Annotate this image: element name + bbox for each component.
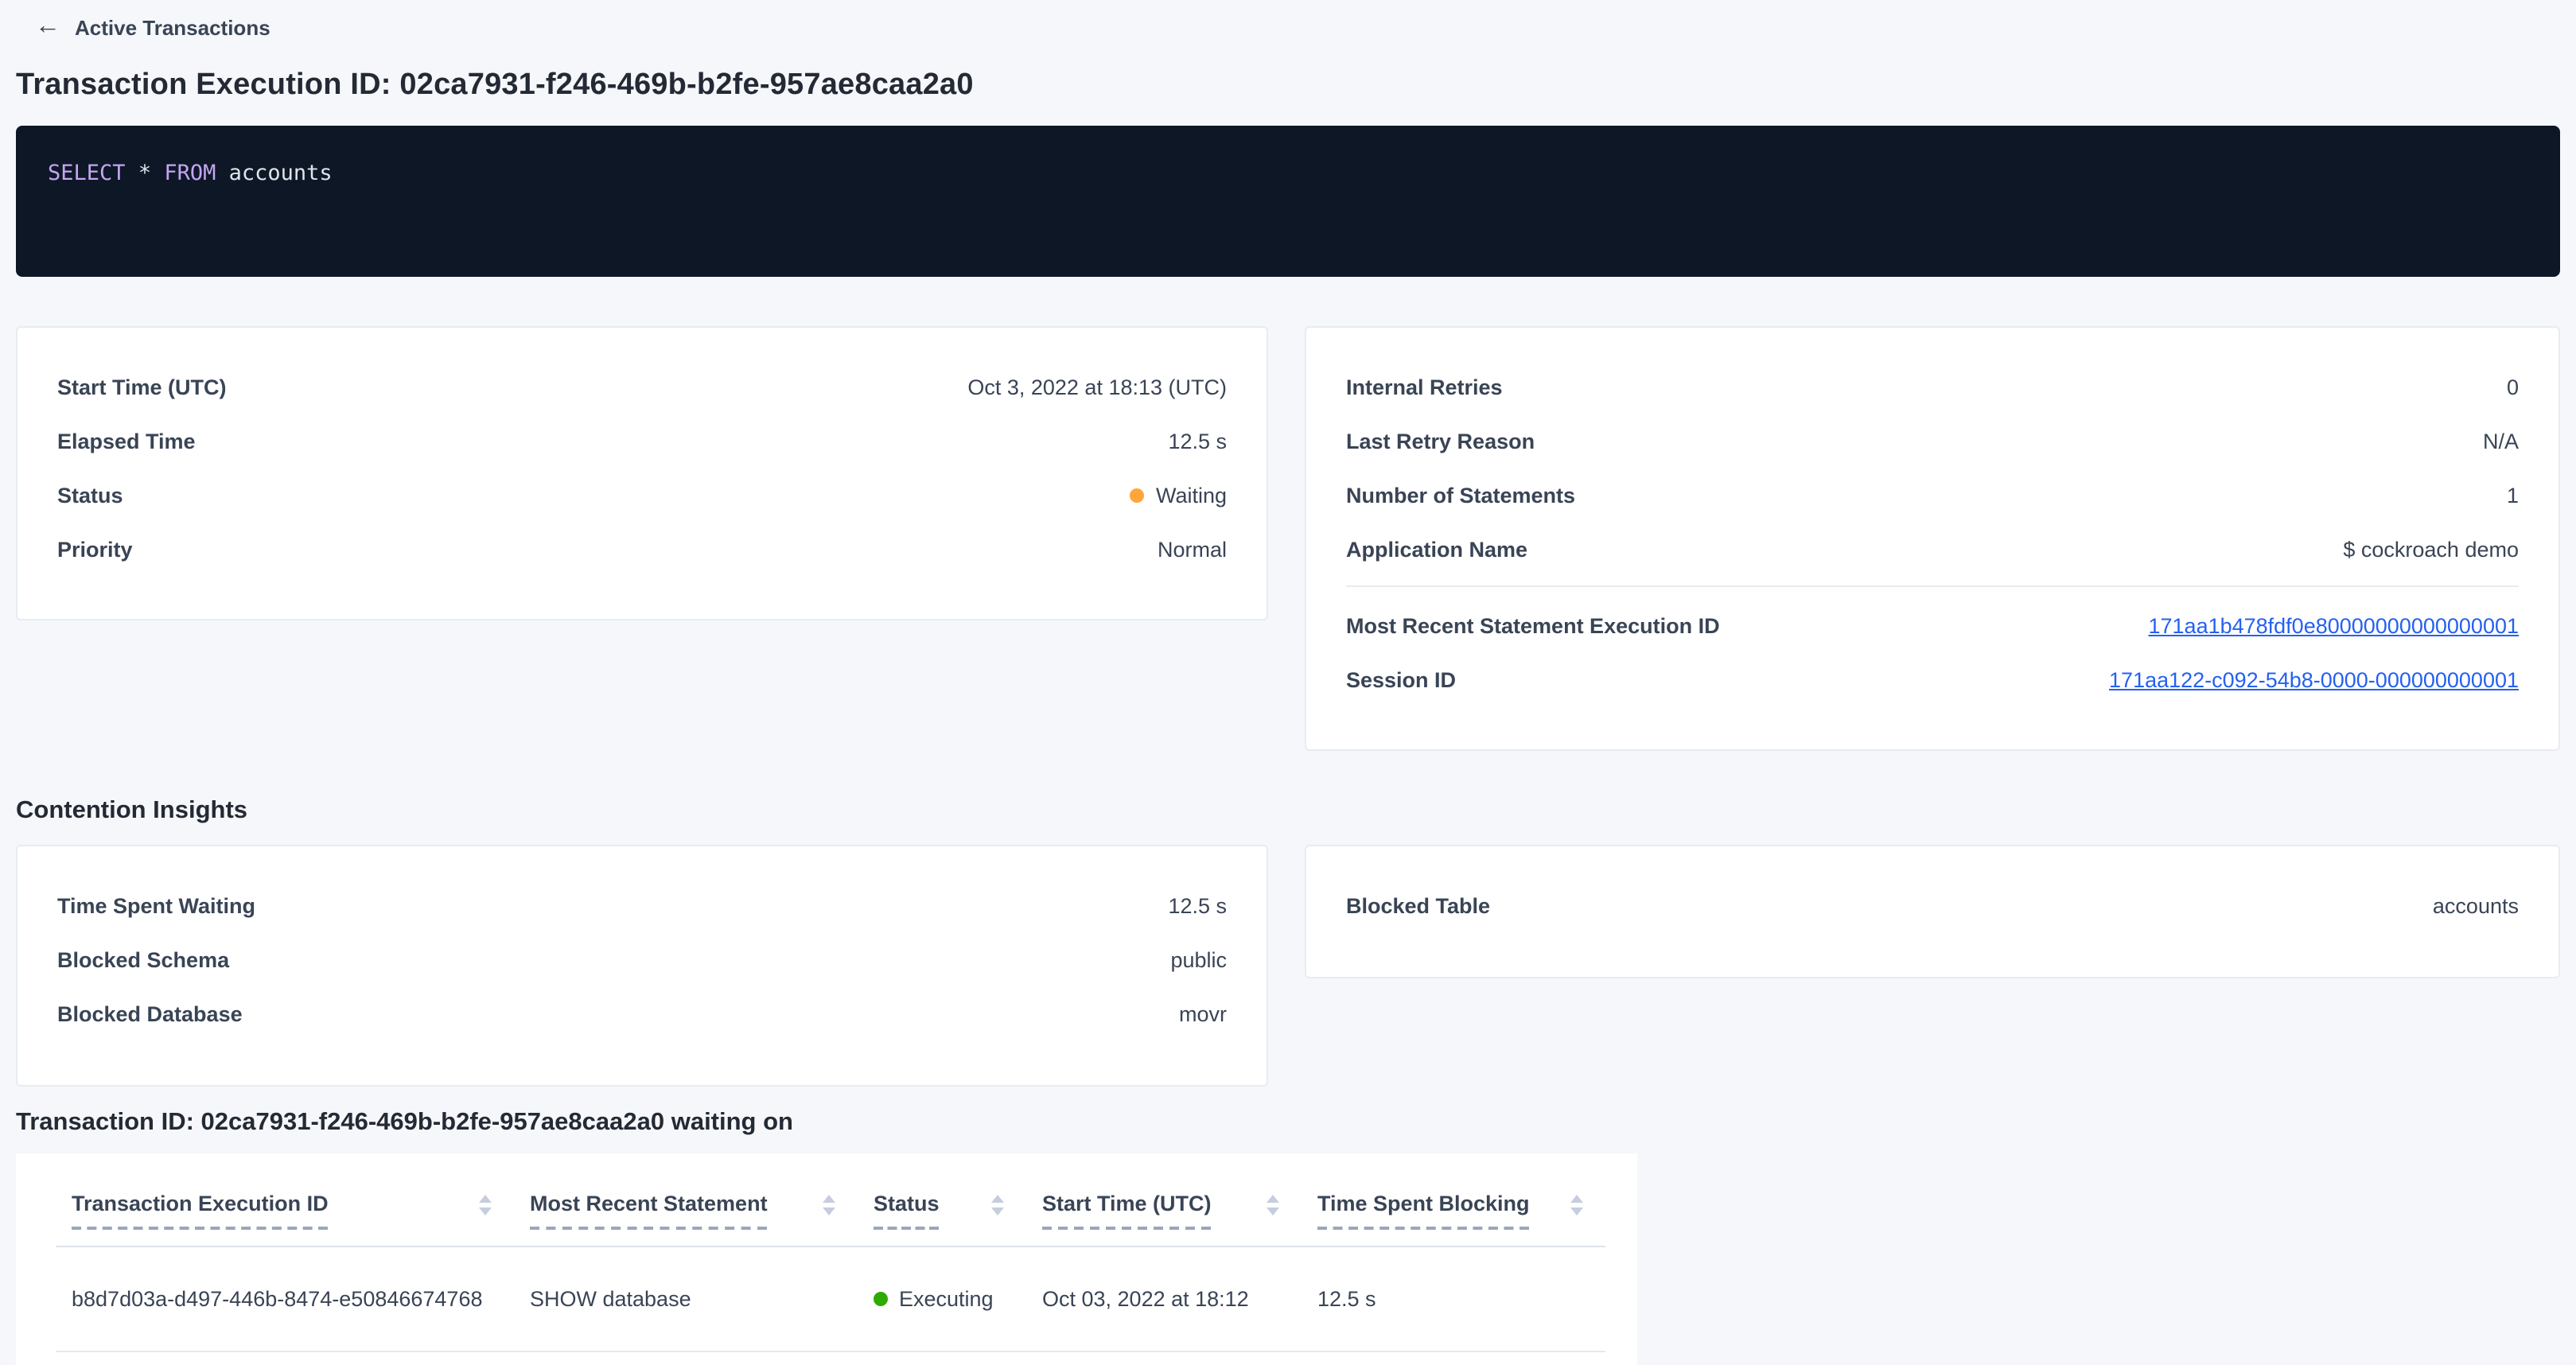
- internal-retries-row: Internal Retries 0: [1346, 360, 2519, 414]
- transaction-details-page: ← Active Transactions Transaction Execut…: [0, 0, 2576, 1365]
- executing-status-dot-icon: [874, 1291, 888, 1305]
- time-spent-waiting-value: 12.5 s: [1168, 893, 1227, 917]
- statement-execution-id-link[interactable]: 171aa1b478fdf0e80000000000000001: [2149, 613, 2520, 637]
- sql-keyword-from: FROM: [164, 161, 216, 186]
- sql-operator: *: [126, 161, 165, 186]
- session-id-row: Session ID 171aa122-c092-54b8-0000-00000…: [1346, 652, 2519, 706]
- priority-value: Normal: [1158, 537, 1227, 561]
- cell-status-text: Executing: [899, 1286, 994, 1310]
- column-label-most-recent-statement[interactable]: Most Recent Statement: [530, 1192, 768, 1230]
- cell-execution-id: b8d7d03a-d497-446b-8474-e50846674768: [56, 1246, 514, 1351]
- column-header-status[interactable]: Status: [858, 1153, 1026, 1246]
- back-link[interactable]: ← Active Transactions: [16, 10, 2560, 45]
- back-arrow-icon: ←: [35, 14, 60, 40]
- cell-time-blocking: 12.5 s: [1302, 1246, 1605, 1351]
- column-label-time-spent-blocking[interactable]: Time Spent Blocking: [1317, 1192, 1530, 1230]
- contention-cards-row: Time Spent Waiting 12.5 s Blocked Schema…: [16, 845, 2560, 1087]
- waiting-on-heading: Transaction ID: 02ca7931-f246-469b-b2fe-…: [16, 1109, 2560, 1138]
- cell-statement: SHOW database: [514, 1246, 858, 1351]
- last-retry-reason-label: Last Retry Reason: [1346, 429, 1535, 453]
- internal-retries-label: Internal Retries: [1346, 375, 1503, 399]
- blocked-table-label: Blocked Table: [1346, 893, 1490, 917]
- statement-execution-id-row: Most Recent Statement Execution ID 171aa…: [1346, 598, 2519, 652]
- elapsed-time-row: Elapsed Time 12.5 s: [57, 414, 1227, 468]
- blocked-schema-row: Blocked Schema public: [57, 932, 1227, 986]
- back-link-label[interactable]: Active Transactions: [75, 15, 270, 39]
- contention-left-card: Time Spent Waiting 12.5 s Blocked Schema…: [16, 845, 1268, 1087]
- application-name-value: $ cockroach demo: [2343, 537, 2519, 561]
- table-header-row: Transaction Execution ID Most Recent Sta…: [56, 1153, 1605, 1246]
- column-header-start-time[interactable]: Start Time (UTC): [1026, 1153, 1302, 1246]
- sort-icon[interactable]: [479, 1196, 492, 1216]
- column-header-transaction-execution-id[interactable]: Transaction Execution ID: [56, 1153, 514, 1246]
- page-title: Transaction Execution ID: 02ca7931-f246-…: [16, 68, 2560, 103]
- column-label-status[interactable]: Status: [874, 1192, 940, 1230]
- txn-summary-right-card: Internal Retries 0 Last Retry Reason N/A…: [1305, 326, 2560, 751]
- start-time-row: Start Time (UTC) Oct 3, 2022 at 18:13 (U…: [57, 360, 1227, 414]
- internal-retries-value: 0: [2507, 375, 2519, 399]
- cell-status: Executing: [858, 1246, 1026, 1351]
- contention-right-card: Blocked Table accounts: [1305, 845, 2560, 978]
- contention-insights-heading: Contention Insights: [16, 797, 2560, 826]
- number-of-statements-value: 1: [2507, 483, 2519, 507]
- status-label: Status: [57, 483, 123, 507]
- summary-cards-row: Start Time (UTC) Oct 3, 2022 at 18:13 (U…: [16, 326, 2560, 751]
- blocked-schema-label: Blocked Schema: [57, 947, 229, 971]
- time-spent-waiting-row: Time Spent Waiting 12.5 s: [57, 878, 1227, 932]
- elapsed-time-label: Elapsed Time: [57, 429, 196, 453]
- blocked-table-row: Blocked Table accounts: [1346, 878, 2519, 932]
- blocked-table-value: accounts: [2433, 893, 2519, 917]
- blocked-database-label: Blocked Database: [57, 1001, 243, 1025]
- start-time-value: Oct 3, 2022 at 18:13 (UTC): [967, 375, 1227, 399]
- sql-keyword-select: SELECT: [48, 161, 126, 186]
- sql-identifier: accounts: [216, 161, 332, 186]
- txn-summary-left-card: Start Time (UTC) Oct 3, 2022 at 18:13 (U…: [16, 326, 1268, 620]
- blocked-schema-value: public: [1170, 947, 1227, 971]
- column-label-start-time[interactable]: Start Time (UTC): [1042, 1192, 1212, 1230]
- sort-icon[interactable]: [991, 1196, 1004, 1216]
- blocked-database-value: movr: [1179, 1001, 1227, 1025]
- status-value: Waiting: [1130, 483, 1227, 507]
- start-time-label: Start Time (UTC): [57, 375, 227, 399]
- waiting-status-dot-icon: [1130, 488, 1145, 502]
- column-header-time-spent-blocking[interactable]: Time Spent Blocking: [1302, 1153, 1605, 1246]
- number-of-statements-label: Number of Statements: [1346, 483, 1575, 507]
- last-retry-reason-row: Last Retry Reason N/A: [1346, 414, 2519, 468]
- priority-label: Priority: [57, 537, 133, 561]
- status-row: Status Waiting: [57, 468, 1227, 522]
- session-id-link[interactable]: 171aa122-c092-54b8-0000-000000000001: [2109, 667, 2519, 691]
- number-of-statements-row: Number of Statements 1: [1346, 468, 2519, 522]
- table-row: b8d7d03a-d497-446b-8474-e50846674768 SHO…: [56, 1246, 1605, 1351]
- column-header-most-recent-statement[interactable]: Most Recent Statement: [514, 1153, 858, 1246]
- blocked-database-row: Blocked Database movr: [57, 986, 1227, 1040]
- waiting-on-table: Transaction Execution ID Most Recent Sta…: [56, 1153, 1605, 1351]
- waiting-on-table-card: Transaction Execution ID Most Recent Sta…: [16, 1153, 1637, 1365]
- time-spent-waiting-label: Time Spent Waiting: [57, 893, 255, 917]
- last-retry-reason-value: N/A: [2483, 429, 2519, 453]
- statement-execution-id-label: Most Recent Statement Execution ID: [1346, 613, 1720, 637]
- column-label-transaction-execution-id[interactable]: Transaction Execution ID: [72, 1192, 329, 1230]
- sort-icon[interactable]: [1267, 1196, 1279, 1216]
- application-name-label: Application Name: [1346, 537, 1527, 561]
- elapsed-time-value: 12.5 s: [1168, 429, 1227, 453]
- session-id-label: Session ID: [1346, 667, 1456, 691]
- status-value-text: Waiting: [1156, 483, 1227, 507]
- sql-statement-box: SELECT * FROM accounts: [16, 126, 2560, 277]
- application-name-row: Application Name $ cockroach demo: [1346, 522, 2519, 576]
- priority-row: Priority Normal: [57, 522, 1227, 576]
- card-divider: [1346, 585, 2519, 587]
- cell-start-time: Oct 03, 2022 at 18:12: [1026, 1246, 1302, 1351]
- sort-icon[interactable]: [1570, 1196, 1583, 1216]
- sort-icon[interactable]: [823, 1196, 835, 1216]
